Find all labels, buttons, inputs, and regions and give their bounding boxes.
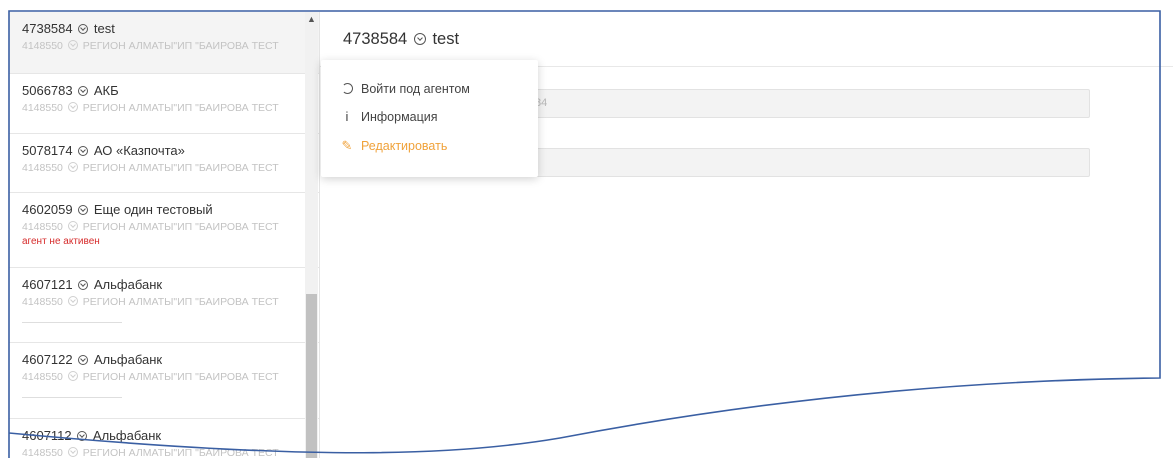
app-window: 4738584 test 4148550 РЕГИОН АЛМАТЫ"ИП "Б…: [0, 0, 1173, 458]
page-title: 4738584 test: [343, 30, 460, 48]
agent-list-item[interactable]: 4607121 Альфабанк 4148550 РЕГИОН АЛМАТЫ"…: [9, 268, 319, 343]
agent-subtitle: 4148550 РЕГИОН АЛМАТЫ"ИП "БАИРОВА ТЕСТ: [22, 371, 279, 383]
agent-subtitle: 4148550 РЕГИОН АЛМАТЫ"ИП "БАИРОВА ТЕСТ: [22, 221, 279, 233]
scrollbar-thumb[interactable]: [306, 294, 317, 458]
agent-title: 5078174 АО «Казпочта»: [22, 143, 185, 158]
chevron-circle-icon: [78, 86, 89, 96]
menu-item-information[interactable]: i Информация: [321, 104, 538, 130]
agent-id-field[interactable]: 84: [490, 89, 1090, 118]
agent-title: 5066783 АКБ: [22, 83, 119, 98]
agent-title: 4607122 Альфабанк: [22, 352, 163, 367]
menu-item-edit[interactable]: ✎ Редактировать: [321, 133, 538, 159]
chevron-circle-icon: [78, 146, 89, 156]
agent-list-item[interactable]: 4607122 Альфабанк 4148550 РЕГИОН АЛМАТЫ"…: [9, 343, 319, 419]
chevron-circle-icon: [67, 447, 78, 457]
agent-title: 4607112 Альфабанк: [22, 428, 162, 443]
agent-name-field[interactable]: [490, 148, 1090, 177]
pencil-icon: ✎: [341, 138, 353, 153]
agent-subtitle: 4148550 РЕГИОН АЛМАТЫ"ИП "БАИРОВА ТЕСТ: [22, 40, 279, 52]
agent-list-item[interactable]: 5078174 АО «Казпочта» 4148550 РЕГИОН АЛМ…: [9, 134, 319, 193]
chevron-circle-icon: [67, 221, 78, 231]
divider: [22, 322, 122, 323]
enter-icon: [340, 76, 354, 102]
status-inactive-label: агент не активен: [22, 236, 100, 247]
chevron-circle-icon: [67, 296, 78, 306]
chevron-circle-icon: [78, 205, 89, 215]
agent-subtitle: 4148550 РЕГИОН АЛМАТЫ"ИП "БАИРОВА ТЕСТ: [22, 296, 279, 308]
chevron-circle-icon: [78, 280, 89, 290]
chevron-circle-icon: [78, 355, 89, 365]
agent-title: 4607121 Альфабанк: [22, 277, 163, 292]
info-icon: i: [345, 109, 349, 124]
chevron-circle-icon: [78, 24, 89, 34]
sidebar-scrollbar[interactable]: ▲: [305, 12, 318, 458]
chevron-circle-icon: [67, 40, 78, 50]
main-header: 4738584 test: [320, 12, 1173, 67]
chevron-circle-icon: [67, 162, 78, 172]
chevron-circle-icon: [67, 102, 78, 112]
agent-list-item[interactable]: 5066783 АКБ 4148550 РЕГИОН АЛМАТЫ"ИП "БА…: [9, 74, 319, 134]
agent-title: 4738584 test: [22, 21, 115, 36]
chevron-circle-icon: [67, 371, 78, 381]
chevron-circle-icon: [77, 431, 88, 441]
agent-list: 4738584 test 4148550 РЕГИОН АЛМАТЫ"ИП "Б…: [9, 12, 320, 458]
agent-list-item[interactable]: 4607112 Альфабанк 4148550 РЕГИОН АЛМАТЫ"…: [9, 419, 319, 458]
divider: [22, 397, 122, 398]
agent-title: 4602059 Еще один тестовый: [22, 202, 213, 217]
agent-subtitle: 4148550 РЕГИОН АЛМАТЫ"ИП "БАИРОВА ТЕСТ: [22, 162, 279, 174]
agent-subtitle: 4148550 РЕГИОН АЛМАТЫ"ИП "БАИРОВА ТЕСТ: [22, 102, 279, 114]
chevron-circle-icon[interactable]: [413, 33, 426, 45]
scroll-up-arrow-icon[interactable]: ▲: [305, 12, 318, 25]
agent-subtitle: 4148550 РЕГИОН АЛМАТЫ"ИП "БАИРОВА ТЕСТ: [22, 447, 279, 458]
agent-list-item[interactable]: 4738584 test 4148550 РЕГИОН АЛМАТЫ"ИП "Б…: [9, 12, 319, 74]
agent-actions-menu: Войти под агентом i Информация ✎ Редакти…: [321, 60, 538, 177]
agent-list-item[interactable]: 4602059 Еще один тестовый 4148550 РЕГИОН…: [9, 193, 319, 268]
menu-item-login-as-agent[interactable]: Войти под агентом: [321, 76, 538, 102]
